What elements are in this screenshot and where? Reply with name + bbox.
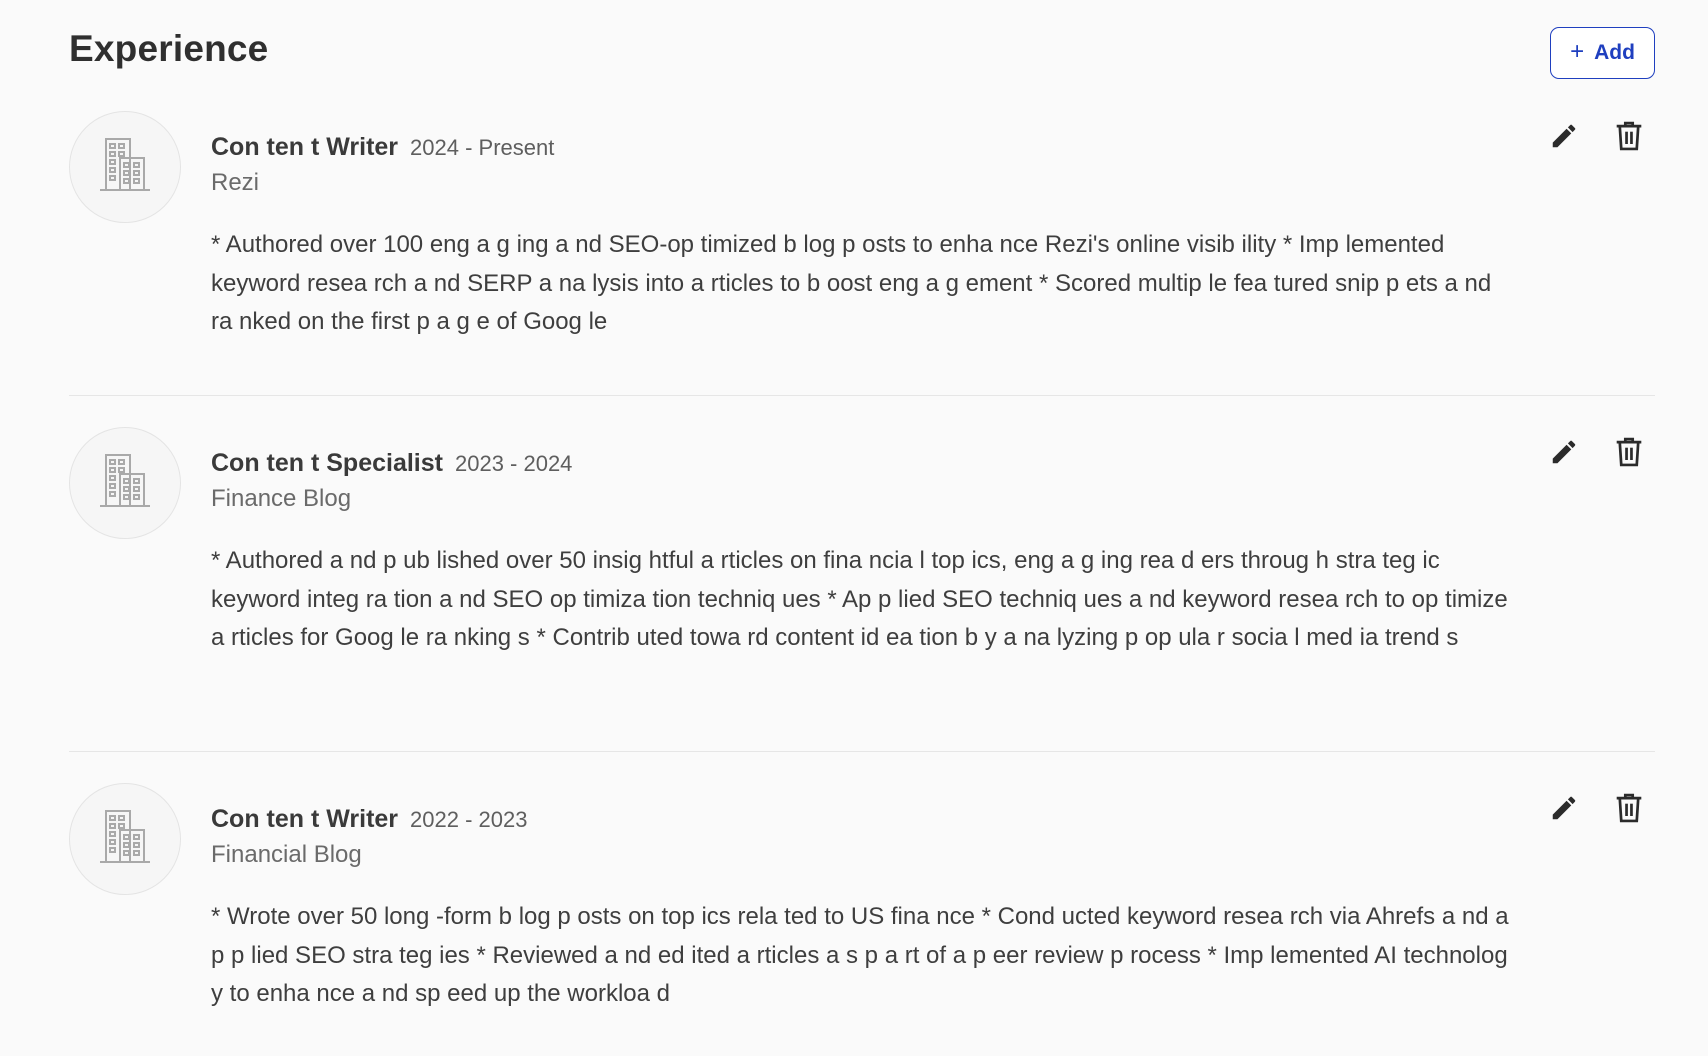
- building-icon: [97, 136, 153, 199]
- trash-icon: [1614, 120, 1644, 157]
- company-logo: [69, 427, 181, 539]
- company-name: Financial Blog: [211, 841, 362, 868]
- company-logo: [69, 111, 181, 223]
- experience-section: Experience + Add Con ten t Writer 2024 -…: [0, 0, 1708, 1056]
- delete-button[interactable]: [1609, 118, 1649, 158]
- edit-button[interactable]: [1544, 118, 1584, 158]
- experience-header: Con ten t Specialist 2023 - 2024: [211, 449, 572, 478]
- experience-header: Con ten t Writer 2022 - 2023: [211, 805, 527, 834]
- delete-button[interactable]: [1609, 434, 1649, 474]
- trash-icon: [1614, 436, 1644, 473]
- experience-description: * Authored a nd p ub lished over 50 insi…: [211, 547, 1508, 651]
- company-name: Rezi: [211, 169, 260, 196]
- experience-description: * Wrote over 50 long -form b log p osts …: [211, 903, 1509, 1007]
- trash-icon: [1614, 792, 1644, 829]
- section-title: Experience: [69, 28, 269, 69]
- building-icon: [97, 452, 153, 515]
- delete-button[interactable]: [1609, 790, 1649, 830]
- edit-button[interactable]: [1544, 790, 1584, 830]
- date-range: 2024 - Present: [410, 135, 555, 160]
- job-title: Con ten t Writer: [211, 805, 399, 833]
- divider: [69, 395, 1655, 396]
- date-range: 2022 - 2023: [410, 807, 528, 832]
- pencil-icon: [1549, 437, 1579, 472]
- edit-button[interactable]: [1544, 434, 1584, 474]
- experience-header: Con ten t Writer 2024 - Present: [211, 133, 554, 162]
- date-range: 2023 - 2024: [454, 451, 573, 476]
- company-logo: [69, 783, 181, 895]
- pencil-icon: [1549, 793, 1579, 828]
- pencil-icon: [1549, 121, 1579, 156]
- divider: [69, 751, 1655, 752]
- job-title: Con ten t Specialist: [211, 449, 443, 477]
- plus-icon: +: [1570, 38, 1585, 65]
- company-name: Finance Blog: [211, 485, 352, 512]
- add-button-label: Add: [1594, 41, 1635, 64]
- job-title: Con ten t Writer: [211, 133, 399, 161]
- add-experience-button[interactable]: + Add: [1550, 27, 1655, 79]
- building-icon: [97, 808, 153, 871]
- experience-description: * Authored over 100 eng a g ing a nd SEO…: [211, 231, 1492, 335]
